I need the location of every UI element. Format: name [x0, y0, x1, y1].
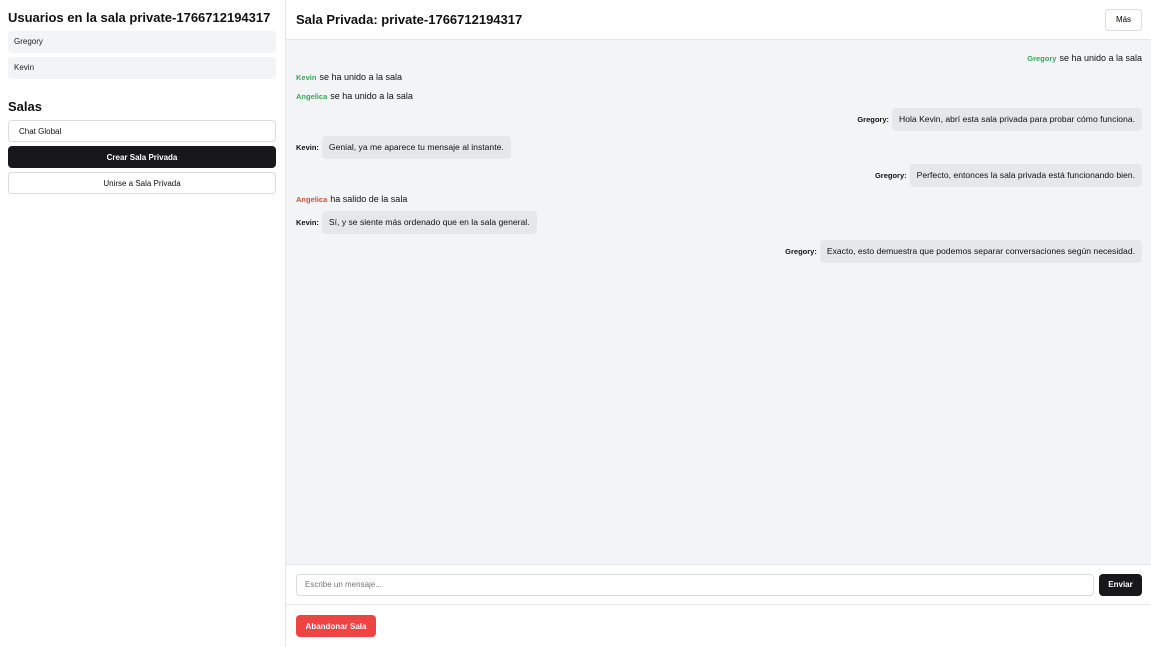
send-button[interactable]: Enviar: [1099, 573, 1142, 596]
sidebar: Usuarios en la sala private-176671219431…: [0, 0, 286, 647]
system-message-text: se ha unido a la sala: [1059, 53, 1142, 63]
chat-message: Gregory: Hola Kevin, abrí esta sala priv…: [296, 108, 1142, 131]
leave-room-button[interactable]: Abandonar Sala: [296, 615, 376, 637]
chat-message-author: Kevin:: [296, 218, 319, 227]
chat-message: Kevin: Sí, y se siente más ordenado que …: [296, 211, 1142, 234]
chat-message-bubble: Perfecto, entonces la sala privada está …: [909, 164, 1142, 187]
create-private-room-button[interactable]: Crear Sala Privada: [8, 146, 276, 168]
message-composer: Enviar: [286, 565, 1151, 605]
system-message-user: Kevin: [296, 72, 317, 82]
system-message-text: se ha unido a la sala: [330, 91, 413, 101]
system-message-user: Gregory: [1027, 53, 1057, 63]
user-item[interactable]: Kevin: [8, 57, 276, 79]
chat-message: Kevin: Genial, ya me aparece tu mensaje …: [296, 136, 1142, 159]
system-message-user: Angelica: [296, 194, 328, 204]
system-message-user: Angelica: [296, 91, 328, 101]
room-title: Sala Privada: private-1766712194317: [296, 12, 523, 27]
chat-message-author: Gregory:: [785, 247, 817, 256]
system-message: Gregory se ha unido a la sala: [296, 51, 1142, 65]
more-button[interactable]: Más: [1105, 8, 1142, 31]
user-list: Gregory Kevin: [8, 31, 276, 79]
message-input[interactable]: [296, 573, 1094, 596]
chat-message-bubble: Sí, y se siente más ordenado que en la s…: [321, 211, 537, 234]
room-list: Chat Global Crear Sala Privada Unirse a …: [8, 120, 276, 194]
users-title: Usuarios en la sala private-176671219431…: [8, 10, 271, 25]
system-message: Kevin se ha unido a la sala: [296, 70, 1142, 84]
chat-message-author: Gregory:: [874, 171, 907, 180]
chat-message: Gregory: Perfecto, entonces la sala priv…: [296, 164, 1142, 187]
chat-footer: Abandonar Sala: [286, 605, 1151, 647]
system-message-text: ha salido de la sala: [330, 194, 408, 204]
chat-message-bubble: Exacto, esto demuestra que podemos separ…: [819, 240, 1142, 263]
rooms-title: Salas: [8, 99, 42, 114]
chat-main: Sala Privada: private-1766712194317 Más …: [286, 0, 1151, 647]
chat-message-bubble: Hola Kevin, abrí esta sala privada para …: [892, 108, 1142, 131]
join-private-room-button[interactable]: Unirse a Sala Privada: [8, 172, 276, 194]
chat-message-bubble: Genial, ya me aparece tu mensaje al inst…: [321, 136, 511, 159]
chat-message-author: Kevin:: [296, 143, 319, 152]
system-message: Angelica ha salido de la sala: [296, 192, 1142, 206]
system-message-text: se ha unido a la sala: [319, 72, 402, 82]
global-chat-button[interactable]: Chat Global: [8, 120, 276, 142]
chat-message: Gregory: Exacto, esto demuestra que pode…: [296, 240, 1142, 263]
chat-header: Sala Privada: private-1766712194317 Más: [286, 0, 1151, 40]
user-item[interactable]: Gregory: [8, 31, 276, 53]
chat-message-author: Gregory:: [857, 115, 890, 124]
message-list[interactable]: Gregory se ha unido a la sala Kevin se h…: [286, 40, 1151, 565]
system-message: Angelica se ha unido a la sala: [296, 89, 1142, 103]
chat-app: Usuarios en la sala private-176671219431…: [0, 0, 1151, 647]
